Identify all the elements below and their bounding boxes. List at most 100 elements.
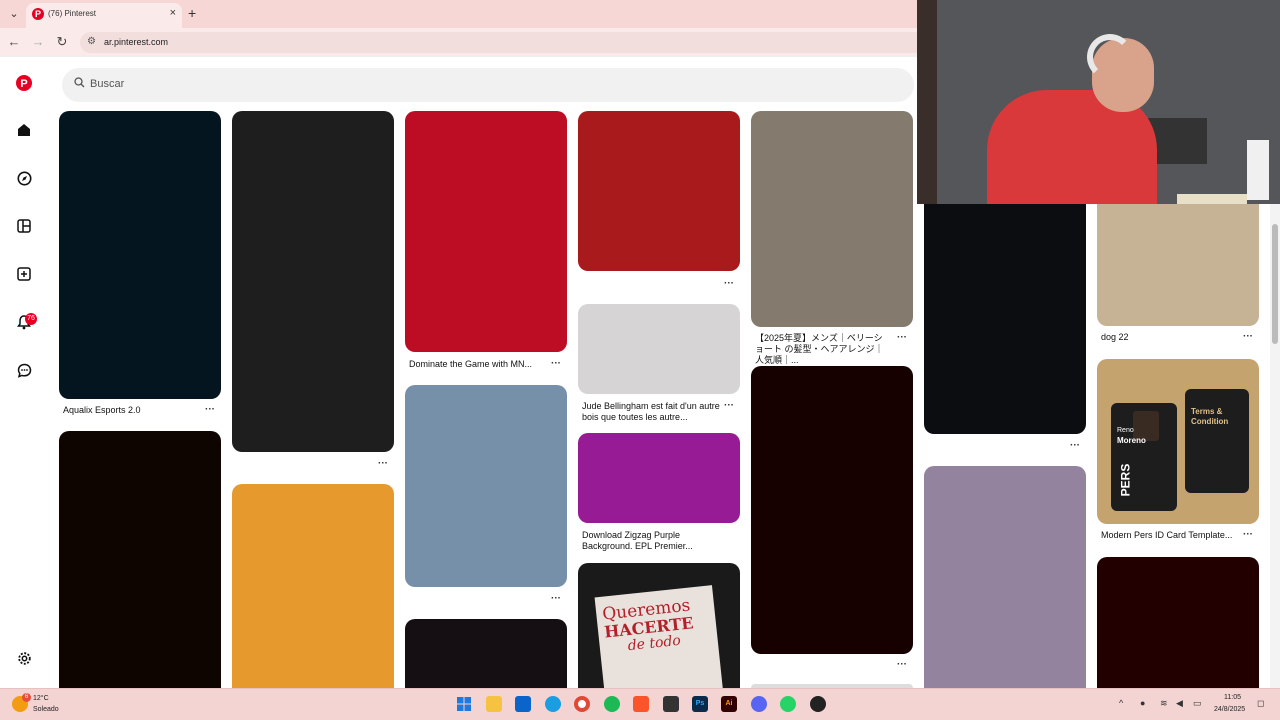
pin-card[interactable] [924,466,1086,688]
boards-icon[interactable] [14,219,34,239]
pin-more-options-icon[interactable]: ··· [897,659,907,670]
pin-more-options-icon[interactable]: ··· [1070,440,1080,451]
webcam-headphones [1087,34,1133,80]
edge-icon[interactable] [545,696,561,712]
outlook-icon[interactable] [515,696,531,712]
tab-pinterest[interactable]: P (76) Pinterest × [26,3,182,28]
url-text: ar.pinterest.com [104,37,169,47]
new-tab-button[interactable]: + [188,5,196,21]
settings-gear-icon[interactable] [14,651,34,671]
clock-date[interactable]: 24/8/2025 [1214,706,1245,713]
pin-more-options-icon[interactable]: ··· [724,400,734,411]
idcard-left: Reno Moreno PERS [1111,403,1177,511]
file-explorer-icon[interactable] [486,696,502,712]
pin-more-options-icon[interactable]: ··· [1243,529,1253,540]
whatsapp-icon[interactable] [780,696,796,712]
tray-chevron-up-icon[interactable]: ^ [1119,698,1123,708]
left-nav-rail: P 76 [0,58,48,688]
illustrator-icon[interactable]: Ai [721,696,737,712]
idcard-terms: Condition [1191,417,1229,426]
create-plus-icon[interactable] [14,267,34,287]
pin-card[interactable] [405,619,567,688]
pin-card[interactable] [1097,557,1259,688]
discord-icon[interactable] [751,696,767,712]
weather-badge: 6 [22,693,31,702]
home-icon[interactable] [14,123,34,143]
pin-card[interactable] [59,431,221,688]
webcam-overlay [917,0,1280,204]
pinterest-favicon-icon: P [32,8,44,20]
pin-more-options-icon[interactable]: ··· [1243,331,1253,342]
pin-title[interactable]: 【2025年夏】メンズ｜ベリーショート の髪型・ヘアアレンジ｜人気順｜... [755,333,890,366]
pin-more-options-icon[interactable]: ··· [205,404,215,415]
photoshop-icon[interactable]: Ps [692,696,708,712]
svg-text:P: P [20,78,27,90]
address-bar[interactable]: ⚙ ar.pinterest.com [80,32,940,53]
pin-more-options-icon[interactable]: ··· [897,332,907,343]
obs-icon[interactable] [810,696,826,712]
microphone-icon[interactable]: ● [1140,698,1145,708]
pin-card[interactable] [405,385,567,587]
clock-time[interactable]: 11:05 [1224,694,1241,701]
pin-card[interactable] [751,111,913,327]
spotify-icon[interactable] [604,696,620,712]
pin-more-options-icon[interactable]: ··· [724,278,734,289]
pin-more-options-icon[interactable]: ··· [551,358,561,369]
forward-arrow-icon[interactable]: → [30,34,46,50]
pin-title[interactable]: Download Zigzag Purple Background. EPL P… [582,530,722,552]
idcard-name: Reno [1117,427,1134,434]
page-scrollbar[interactable] [1270,204,1280,688]
tab-search-icon[interactable]: ⌄ [6,6,22,22]
idcard-right: Terms & Condition [1185,389,1249,493]
back-arrow-icon[interactable]: ← [6,34,22,50]
pin-title[interactable]: Jude Bellingham est fait d'un autre bois… [582,401,722,423]
pin-card[interactable] [751,366,913,654]
pin-title[interactable]: dog 22 [1101,332,1251,343]
weather-description[interactable]: Soleado [33,706,59,713]
messages-chat-icon[interactable] [14,363,34,383]
pin-title[interactable]: Dominate the Game with MN... [409,359,559,370]
search-bar[interactable]: Buscar [62,68,914,102]
site-info-icon[interactable]: ⚙ [87,36,96,47]
idcard-brand: PERS [1118,463,1133,497]
pin-more-options-icon[interactable]: ··· [378,458,388,469]
pin-card[interactable] [405,111,567,352]
search-icon [74,77,85,91]
weather-temperature[interactable]: 12°C [33,695,49,702]
explore-compass-icon[interactable] [14,171,34,191]
pin-card[interactable] [232,111,394,452]
capcut-icon[interactable] [663,696,679,712]
pin-card[interactable] [924,194,1086,434]
brave-icon[interactable] [633,696,649,712]
pin-card-idcard[interactable]: Reno Moreno PERS Terms & Condition [1097,359,1259,524]
poster-paper: Queremos HACERTE de todo [594,585,724,688]
tab-title: (76) Pinterest [48,9,97,18]
windows-start-icon[interactable] [456,696,472,712]
notification-badge: 76 [25,313,37,325]
pin-card-poster[interactable]: Queremos HACERTE de todo [578,563,740,688]
search-placeholder: Buscar [90,78,125,90]
battery-icon[interactable]: ▭ [1193,698,1202,709]
scrollbar-thumb[interactable] [1272,224,1278,344]
notification-center-icon[interactable]: ◻ [1257,698,1264,709]
pin-title[interactable]: Aqualix Esports 2.0 [63,405,213,416]
pin-card[interactable] [578,304,740,394]
pin-title[interactable]: Modern Pers ID Card Template... [1101,530,1251,541]
idcard-name: Moreno [1117,436,1146,445]
pin-card[interactable] [59,111,221,399]
pin-more-options-icon[interactable]: ··· [551,593,561,604]
webcam-door [917,0,937,204]
pin-card[interactable] [578,111,740,271]
pin-card[interactable] [1097,194,1259,326]
idcard-terms: Terms & [1191,407,1223,416]
tab-close-icon[interactable]: × [170,7,176,19]
pin-card[interactable] [232,484,394,688]
volume-icon[interactable]: ◀ [1176,698,1183,709]
pinterest-logo-icon[interactable]: P [14,75,34,95]
webcam-keyboard [1177,194,1247,204]
chrome-icon[interactable] [574,696,590,712]
pin-card[interactable] [578,433,740,523]
wifi-icon[interactable]: ≋ [1160,698,1168,709]
webcam-cup [1247,140,1269,200]
reload-icon[interactable]: ↻ [54,34,70,50]
